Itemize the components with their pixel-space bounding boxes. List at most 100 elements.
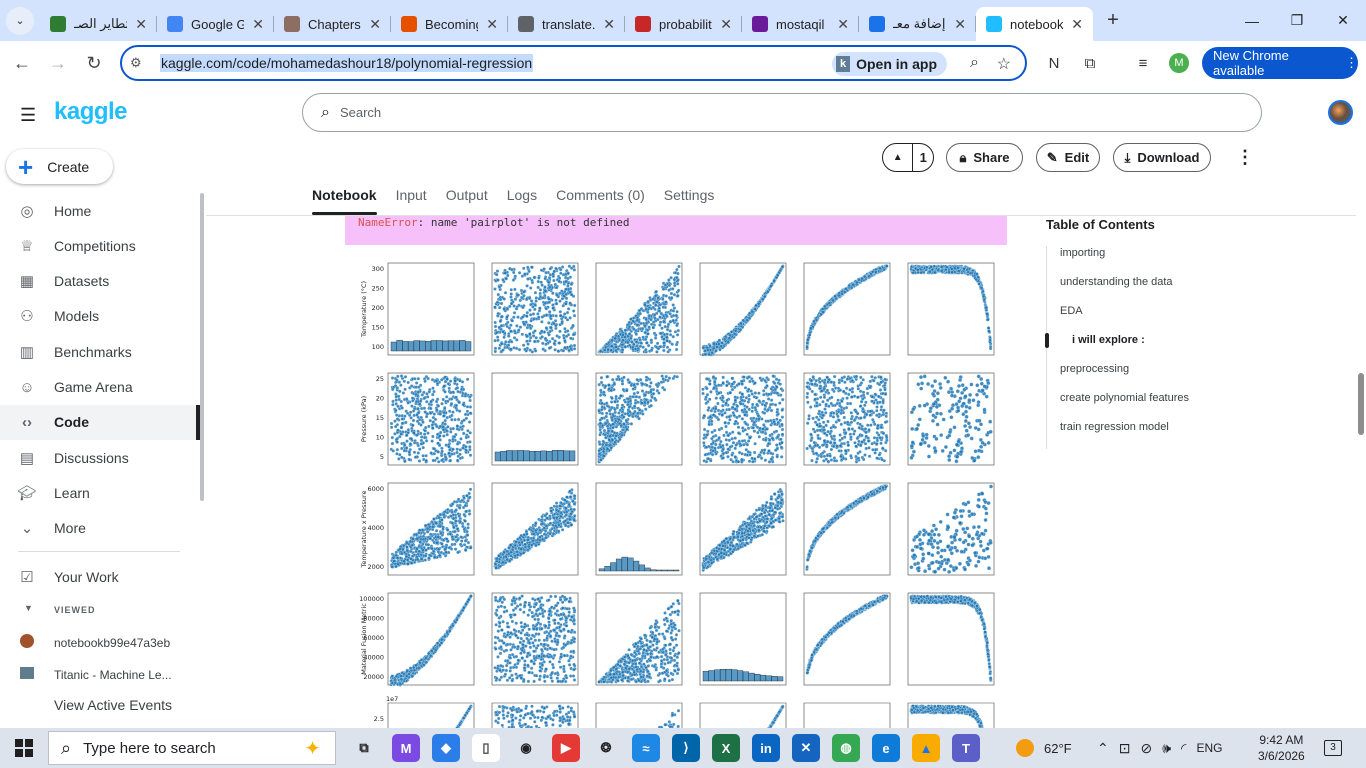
scatter-point: [530, 350, 535, 354]
caret-down-icon[interactable]: ▼: [24, 603, 33, 613]
scatter-point: [599, 375, 604, 380]
sidebar-item-benchmarks[interactable]: ▥ Benchmarks: [0, 334, 198, 369]
open-in-app-button[interactable]: k Open in app: [832, 52, 947, 76]
forward-button[interactable]: →: [41, 46, 75, 80]
scatter-point: [976, 400, 981, 405]
browser-tab[interactable]: mostaqil ✕: [742, 7, 859, 41]
scatter-point: [512, 311, 517, 315]
scatter-point: [829, 401, 833, 406]
tab-title: notebook: [1010, 16, 1064, 32]
search-input[interactable]: ⌕ Search: [302, 93, 1262, 132]
tab-logs[interactable]: Logs: [507, 185, 537, 215]
sidebar-item-more[interactable]: ⌄ More: [0, 511, 198, 546]
sidebar-item-game-arena[interactable]: ☺ Game Arena: [0, 370, 198, 405]
close-tab-icon[interactable]: ✕: [837, 16, 849, 33]
scatter-point: [669, 291, 674, 296]
url-text[interactable]: kaggle.com/code/mohamedashour18/polynomi…: [160, 54, 534, 72]
kaggle-logo[interactable]: kaggle: [54, 98, 128, 126]
scatter-point: [768, 402, 773, 407]
close-tab-icon[interactable]: ✕: [369, 16, 381, 33]
sidebar-item-label: Benchmarks: [54, 343, 132, 360]
browser-tab[interactable]: Google Gr✕: [157, 7, 274, 41]
browser-tab[interactable]: Chapters ✕: [274, 7, 391, 41]
close-tab-icon[interactable]: ✕: [720, 16, 732, 33]
browser-tab[interactable]: Becoming ✕: [391, 7, 508, 41]
close-tab-icon[interactable]: ✕: [1071, 16, 1083, 33]
bookmark-star-icon[interactable]: ☆: [997, 54, 1011, 74]
close-window-button[interactable]: ✕: [1320, 0, 1366, 41]
sidebar-item-competitions[interactable]: ♕ Competitions: [0, 228, 198, 263]
create-button[interactable]: + Create: [6, 149, 113, 184]
scatter-point: [547, 285, 552, 290]
scatter-point: [447, 438, 452, 443]
tab-output[interactable]: Output: [446, 185, 488, 215]
site-info-icon[interactable]: ⚙: [130, 55, 160, 71]
sidebar-item-datasets[interactable]: ▦ Datasets: [0, 264, 198, 299]
hamburger-menu-icon[interactable]: ☰: [20, 105, 36, 126]
edit-button[interactable]: ✎ Edit: [1036, 143, 1100, 172]
scatter-point: [761, 389, 766, 393]
new-tab-button[interactable]: +: [1099, 7, 1127, 35]
scatter-point: [745, 405, 749, 409]
close-tab-icon[interactable]: ✕: [954, 16, 966, 33]
scatter-point: [402, 443, 407, 447]
scatter-point: [815, 456, 820, 461]
scatter-point: [558, 310, 563, 314]
close-tab-icon[interactable]: ✕: [252, 16, 264, 33]
sidebar-item-code[interactable]: ‹› Code: [0, 404, 200, 440]
scatter-point: [597, 382, 601, 387]
user-avatar[interactable]: [1328, 100, 1353, 125]
scatter-point: [461, 431, 466, 436]
profile-avatar[interactable]: M: [1169, 53, 1189, 73]
scatter-point: [763, 458, 768, 462]
tab-notebook[interactable]: Notebook: [312, 185, 377, 215]
browser-tab[interactable]: notebook ✕: [976, 7, 1093, 41]
tab-input[interactable]: Input: [396, 185, 427, 215]
address-bar[interactable]: ⚙ kaggle.com/code/mohamedashour18/polyno…: [120, 45, 1027, 81]
extensions-icon[interactable]: ⧉: [1078, 51, 1102, 75]
scatter-point: [507, 326, 512, 330]
tab-search-button[interactable]: ⌄: [6, 6, 34, 35]
upvote-button[interactable]: ▲ 1: [882, 143, 934, 172]
tab-settings[interactable]: Settings: [664, 185, 715, 215]
view-active-events-link[interactable]: View Active Events: [0, 687, 198, 722]
scatter-point: [512, 329, 517, 333]
zoom-search-icon[interactable]: ⌕: [970, 54, 979, 72]
close-tab-icon[interactable]: ✕: [486, 16, 498, 33]
back-button[interactable]: ←: [5, 46, 39, 80]
sidebar-item-models[interactable]: ⚇ Models: [0, 299, 198, 334]
tab-comments[interactable]: Comments (0): [556, 185, 645, 215]
sidebar-item-discussions[interactable]: ▤ Discussions: [0, 440, 198, 475]
more-options-icon[interactable]: ⋮: [1236, 147, 1254, 168]
close-tab-icon[interactable]: ✕: [135, 16, 147, 33]
scatter-point: [403, 459, 407, 464]
share-button[interactable]: 🔒︎ Share: [946, 143, 1023, 172]
scatter-point: [767, 460, 772, 464]
sidebar-item-learn[interactable]: 🎓︎ Learn: [0, 475, 198, 510]
notion-extension-icon[interactable]: N: [1042, 51, 1066, 75]
reload-button[interactable]: ↻: [77, 46, 111, 80]
sidebar-item-home[interactable]: ◎ Home: [0, 193, 198, 228]
scatter-point: [747, 375, 751, 379]
download-button[interactable]: ⤓ Download: [1113, 143, 1211, 172]
browser-tab[interactable]: probabilit ✕: [625, 7, 742, 41]
scatter-point: [497, 305, 502, 310]
restore-button[interactable]: ❐: [1274, 0, 1320, 41]
scatter-point: [646, 343, 651, 348]
scatter-point: [647, 313, 651, 318]
scatter-point: [667, 288, 671, 292]
close-tab-icon[interactable]: ✕: [603, 16, 615, 33]
sidebar-scrollbar[interactable]: [200, 193, 204, 501]
browser-tab[interactable]: translate. ✕: [508, 7, 625, 41]
browser-tab[interactable]: إضافة معـ ✕: [859, 7, 976, 41]
viewed-item-notebook[interactable]: notebookb99e47a3eb: [0, 625, 198, 660]
media-control-icon[interactable]: ≡: [1131, 51, 1155, 75]
scatter-point: [449, 397, 454, 401]
browser-tab[interactable]: تطاير الصـ ✕: [40, 7, 157, 41]
scatter-point: [750, 392, 754, 396]
sidebar-item-your-work[interactable]: ☑ Your Work: [0, 559, 198, 594]
globe-icon: [518, 16, 534, 32]
minimize-button[interactable]: —: [1229, 0, 1275, 41]
scatter-point: [426, 431, 430, 435]
new-chrome-button[interactable]: New Chrome available ⋮: [1202, 47, 1358, 79]
